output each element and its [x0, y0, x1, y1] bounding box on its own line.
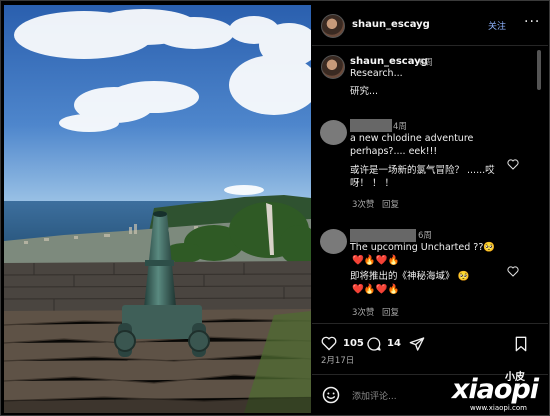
- comment-like-icon[interactable]: [507, 266, 519, 277]
- share-icon[interactable]: [409, 336, 425, 352]
- emoji-icon[interactable]: [322, 386, 340, 404]
- comment-count[interactable]: 14: [387, 338, 401, 349]
- comment-time: 6周: [418, 231, 432, 241]
- post-detail-panel: shaun_escayg 关注 ··· shaun_escayg 6周 Rese…: [312, 5, 548, 413]
- caption-avatar[interactable]: [321, 55, 345, 79]
- comment-emoji: ❤️🔥❤️🔥: [352, 255, 400, 266]
- comment-like-icon[interactable]: [507, 159, 519, 170]
- like-icon[interactable]: [321, 336, 337, 351]
- comment-like-count[interactable]: 3次赞: [352, 198, 374, 210]
- cannon-photo: [4, 5, 311, 413]
- author-username[interactable]: shaun_escayg: [352, 19, 430, 30]
- comment-translation: 或许是一场新的氯气冒险？ ......哎: [350, 165, 495, 176]
- post-image[interactable]: [4, 5, 311, 413]
- comment-reply-button[interactable]: 回复: [382, 306, 399, 318]
- comments-scrollbar[interactable]: [537, 50, 541, 90]
- comment-time: 4周: [393, 122, 407, 132]
- commenter-avatar-blurred[interactable]: [320, 229, 347, 254]
- caption-time: 6周: [419, 58, 433, 68]
- comment-text: a new chlodine adventure: [350, 133, 474, 144]
- commenter-avatar-blurred[interactable]: [320, 120, 347, 145]
- author-avatar[interactable]: [321, 14, 345, 38]
- comment-text: The upcoming Uncharted ??🥺: [350, 242, 496, 253]
- comment-icon[interactable]: [366, 336, 382, 352]
- caption-username[interactable]: shaun_escayg: [350, 56, 428, 67]
- commenter-username-blurred[interactable]: [350, 119, 392, 132]
- comment-text: perhaps?.... eek!!!: [350, 146, 438, 157]
- comment-input[interactable]: 添加评论...: [352, 389, 397, 402]
- watermark-url: www.xiaopi.com: [470, 404, 527, 412]
- post-date: 2月17日: [321, 356, 355, 366]
- comment-translation: 即将推出的《神秘海域》 🥺: [350, 271, 470, 282]
- comment-like-count[interactable]: 3次赞: [352, 306, 374, 318]
- comment-emoji: ❤️🔥❤️🔥: [352, 284, 400, 295]
- caption-translation: 研究...: [350, 86, 379, 97]
- caption-text: Research...: [350, 68, 403, 79]
- post-header: shaun_escayg 关注 ···: [312, 5, 548, 46]
- bookmark-icon[interactable]: [514, 336, 528, 352]
- more-options-icon[interactable]: ···: [524, 14, 540, 30]
- follow-button[interactable]: 关注: [488, 19, 506, 32]
- watermark-logo: xiaopi: [452, 374, 539, 405]
- like-count[interactable]: 105: [343, 338, 364, 349]
- comment-reply-button[interactable]: 回复: [382, 198, 399, 210]
- comment-translation: 呀！ ！ ！: [350, 178, 395, 189]
